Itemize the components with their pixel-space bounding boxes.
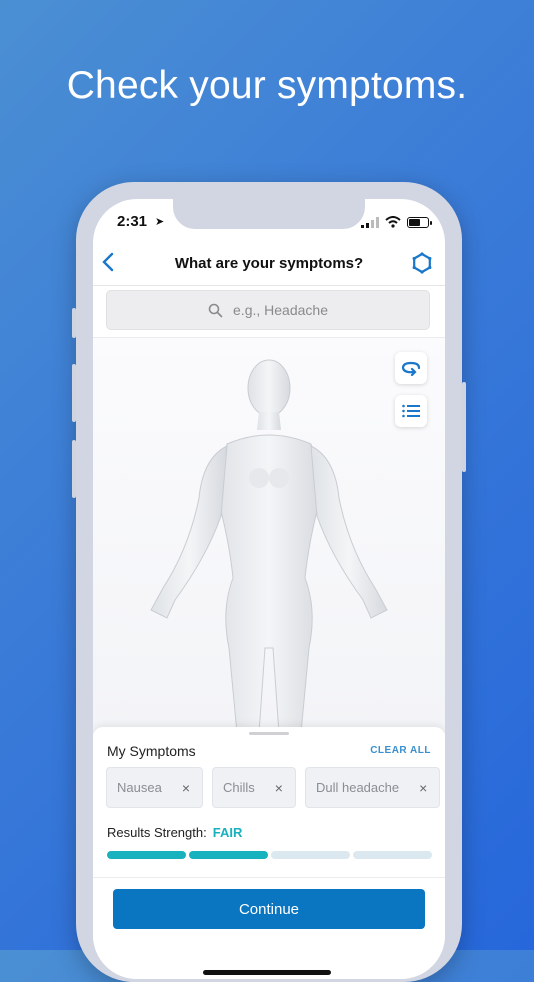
- results-strength-label: Results Strength:: [107, 825, 207, 840]
- location-arrow-icon: ➤: [155, 216, 165, 228]
- symptom-chip-label: Nausea: [117, 780, 162, 795]
- strength-segment-empty: [353, 851, 432, 859]
- cellular-signal-icon: [361, 217, 379, 228]
- page-title: What are your symptoms?: [174, 255, 364, 272]
- body-model-viewer[interactable]: [93, 338, 445, 733]
- results-strength: Results Strength: FAIR: [107, 825, 242, 840]
- female-body-model[interactable]: [133, 348, 405, 733]
- sheet-drag-handle[interactable]: [249, 732, 289, 735]
- rotate-button[interactable]: [395, 352, 427, 384]
- divider: [93, 877, 445, 878]
- strength-segment-filled: [189, 851, 268, 859]
- strength-segment-empty: [271, 851, 350, 859]
- power-button: [462, 382, 466, 472]
- mute-switch: [72, 308, 76, 338]
- remove-symptom-icon[interactable]: ×: [182, 780, 190, 796]
- status-time: 2:31: [117, 213, 148, 230]
- search-icon: [208, 303, 223, 317]
- results-strength-value: FAIR: [212, 825, 243, 840]
- volume-down-button: [72, 440, 76, 498]
- volume-up-button: [72, 364, 76, 422]
- remove-symptom-icon[interactable]: ×: [419, 780, 427, 796]
- search-placeholder: e.g., Headache: [233, 302, 328, 318]
- home-indicator: [203, 970, 331, 975]
- list-view-button[interactable]: [395, 395, 427, 427]
- remove-symptom-icon[interactable]: ×: [275, 780, 283, 796]
- clear-all-button[interactable]: CLEAR ALL: [370, 745, 431, 756]
- wifi-icon: [385, 216, 401, 228]
- my-symptoms-heading: My Symptoms: [107, 743, 196, 759]
- battery-icon: [407, 217, 432, 228]
- list-icon: [402, 404, 420, 418]
- status-bar: 2:31 ➤: [93, 213, 445, 233]
- phone-frame: 2:31 ➤ What are your symptoms? e.g., Hea…: [72, 182, 466, 982]
- gear-icon[interactable]: [411, 252, 433, 274]
- symptom-chip-label: Dull headache: [315, 780, 400, 795]
- strength-segment-filled: [107, 851, 186, 859]
- rotate-icon: [401, 361, 421, 376]
- phone-screen: 2:31 ➤ What are your symptoms? e.g., Hea…: [93, 199, 445, 979]
- nav-bar: What are your symptoms?: [93, 245, 445, 286]
- search-input[interactable]: e.g., Headache: [106, 290, 430, 330]
- symptoms-sheet: My Symptoms CLEAR ALL Nausea × Chills × …: [93, 727, 445, 979]
- strength-meter: [107, 851, 432, 859]
- symptom-chip[interactable]: Chills ×: [212, 767, 296, 808]
- symptom-chip-label: Chills: [223, 780, 255, 795]
- symptom-chips: Nausea × Chills × Dull headache ×: [106, 767, 441, 808]
- symptom-chip[interactable]: Nausea ×: [106, 767, 203, 808]
- continue-button[interactable]: Continue: [113, 889, 425, 929]
- search-container: e.g., Headache: [93, 285, 445, 338]
- symptom-chip[interactable]: Dull headache ×: [304, 767, 441, 808]
- headline: Check your symptoms.: [66, 64, 468, 107]
